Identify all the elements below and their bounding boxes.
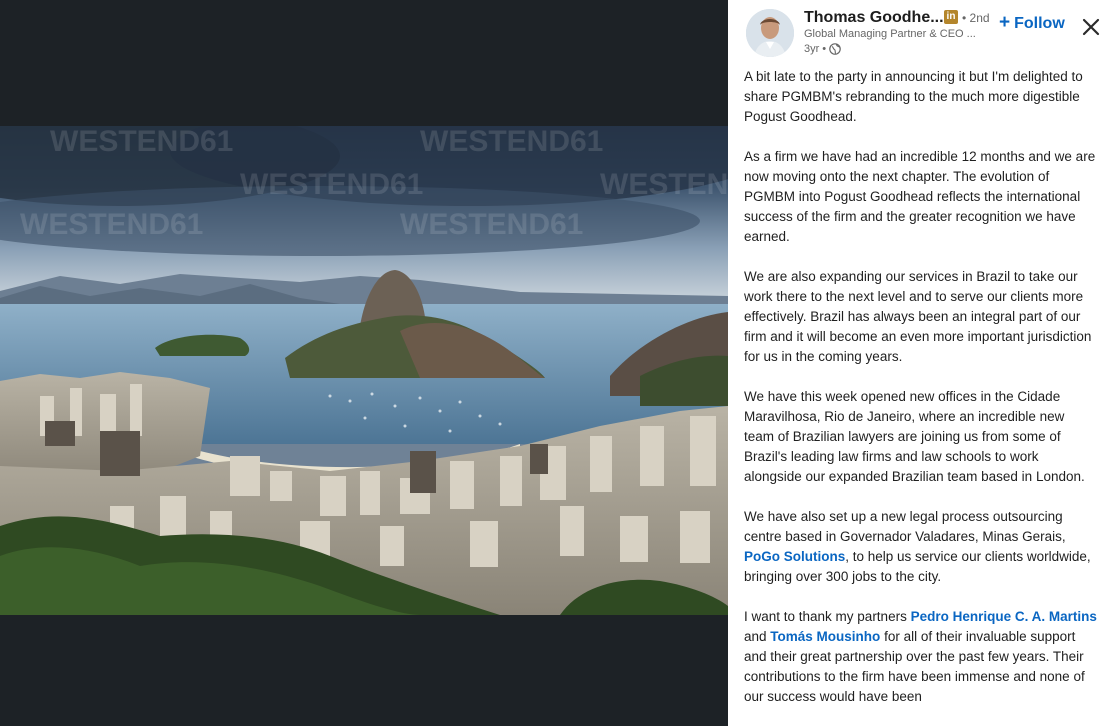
- rio-panorama-illustration: WESTEND61 WESTEND61 WESTEND61 WESTEND61 …: [0, 126, 728, 615]
- paragraph-6-text-b: and: [744, 629, 767, 644]
- paragraph-6-text-a: I want to thank my partners: [744, 609, 907, 624]
- author-headline: Global Managing Partner & CEO ...: [804, 28, 976, 40]
- author-avatar[interactable]: [746, 9, 794, 57]
- follow-label: Follow: [1014, 15, 1065, 32]
- author-name[interactable]: Thomas Goodhe...: [804, 9, 944, 27]
- watermark-2: WESTEND61: [420, 126, 603, 158]
- avatar-photo: [746, 9, 794, 57]
- image-viewer: WESTEND61 WESTEND61 WESTEND61 WESTEND61 …: [0, 0, 728, 726]
- watermark-5: WESTEND61: [20, 208, 203, 241]
- close-icon[interactable]: [1080, 16, 1102, 38]
- paragraph-3: We are also expanding our services in Br…: [744, 269, 1092, 364]
- post-panel: Thomas Goodhe... in • 2nd Global Managin…: [728, 0, 1103, 726]
- post-body: A bit late to the party in announcing it…: [744, 67, 1098, 726]
- linkedin-premium-icon: in: [944, 10, 958, 24]
- connection-degree: • 2nd: [962, 11, 990, 25]
- paragraph-5: We have also set up a new legal process …: [744, 507, 1098, 587]
- post-time: 3yr: [804, 43, 820, 55]
- paragraph-6: I want to thank my partners Pedro Henriq…: [744, 607, 1098, 707]
- globe-icon: [829, 43, 841, 55]
- pogo-solutions-link[interactable]: PoGo Solutions: [744, 549, 845, 564]
- paragraph-2: As a firm we have had an incredible 12 m…: [744, 149, 1096, 244]
- watermark-3: WESTEND61: [240, 168, 423, 201]
- watermark-1: WESTEND61: [50, 126, 233, 158]
- partner-link-tomas[interactable]: Tomás Mousinho: [770, 629, 880, 644]
- paragraph-4: We have this week opened new offices in …: [744, 389, 1085, 484]
- watermark-6: WESTEND61: [400, 208, 583, 241]
- meta-separator: •: [822, 43, 827, 55]
- plus-icon: +: [999, 12, 1011, 33]
- post-header: Thomas Goodhe... in • 2nd Global Managin…: [728, 0, 1103, 66]
- post-meta: 3yr •: [804, 43, 841, 55]
- paragraph-5-text-a: We have also set up a new legal process …: [744, 509, 1066, 544]
- watermark-4: WESTEND61: [600, 168, 728, 201]
- partner-link-pedro[interactable]: Pedro Henrique C. A. Martins: [911, 609, 1097, 624]
- paragraph-1: A bit late to the party in announcing it…: [744, 69, 1083, 124]
- follow-button[interactable]: + Follow: [999, 12, 1065, 34]
- post-image[interactable]: WESTEND61 WESTEND61 WESTEND61 WESTEND61 …: [0, 126, 728, 615]
